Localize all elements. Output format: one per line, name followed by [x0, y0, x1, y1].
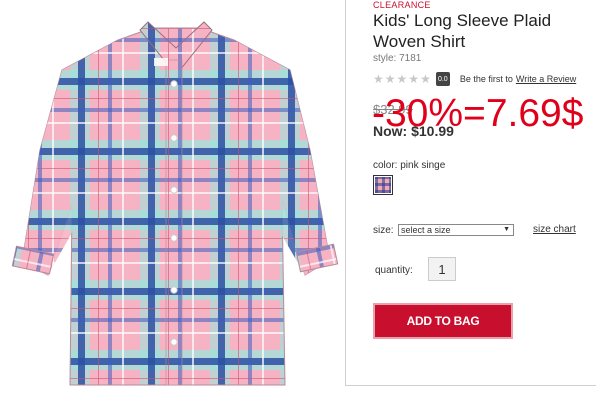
- size-select[interactable]: select a size ▼: [398, 224, 514, 236]
- product-title: Kids' Long Sleeve Plaid Woven Shirt: [373, 11, 552, 51]
- rating-score: 0.0: [435, 72, 450, 86]
- style-number: style: 7181: [373, 53, 422, 64]
- star-icon: ★: [384, 72, 396, 86]
- add-to-bag-button[interactable]: ADD TO BAG: [373, 303, 513, 339]
- quantity-label: quantity:: [375, 265, 413, 276]
- review-prompt: Be the first to: [459, 74, 513, 84]
- divider-vertical: [345, 0, 346, 385]
- discount-overlay: -30%=7.69$: [372, 92, 584, 135]
- rating-row: ★ ★ ★ ★ ★ 0.0 Be the first to Write a Re…: [373, 72, 576, 86]
- star-icon: ★: [373, 72, 384, 86]
- dropdown-arrow-icon: ▼: [503, 226, 510, 233]
- size-chart-link[interactable]: size chart: [533, 224, 576, 235]
- clearance-badge: CLEARANCE: [373, 0, 431, 10]
- color-swatch-pink-plaid[interactable]: [373, 175, 393, 195]
- product-image[interactable]: [0, 0, 345, 402]
- color-label: color: pink singe: [373, 160, 446, 171]
- size-label: size:: [373, 225, 394, 236]
- divider-horizontal: [345, 385, 596, 386]
- star-icon: ★: [408, 72, 420, 86]
- quantity-input[interactable]: 1: [428, 257, 456, 281]
- write-review-link[interactable]: Write a Review: [516, 74, 576, 84]
- star-icon: ★: [420, 72, 431, 86]
- star-icon: ★: [396, 72, 408, 86]
- size-select-value: select a size: [401, 225, 451, 235]
- shirt-illustration: [11, 21, 339, 386]
- swatch-fill: [375, 177, 391, 193]
